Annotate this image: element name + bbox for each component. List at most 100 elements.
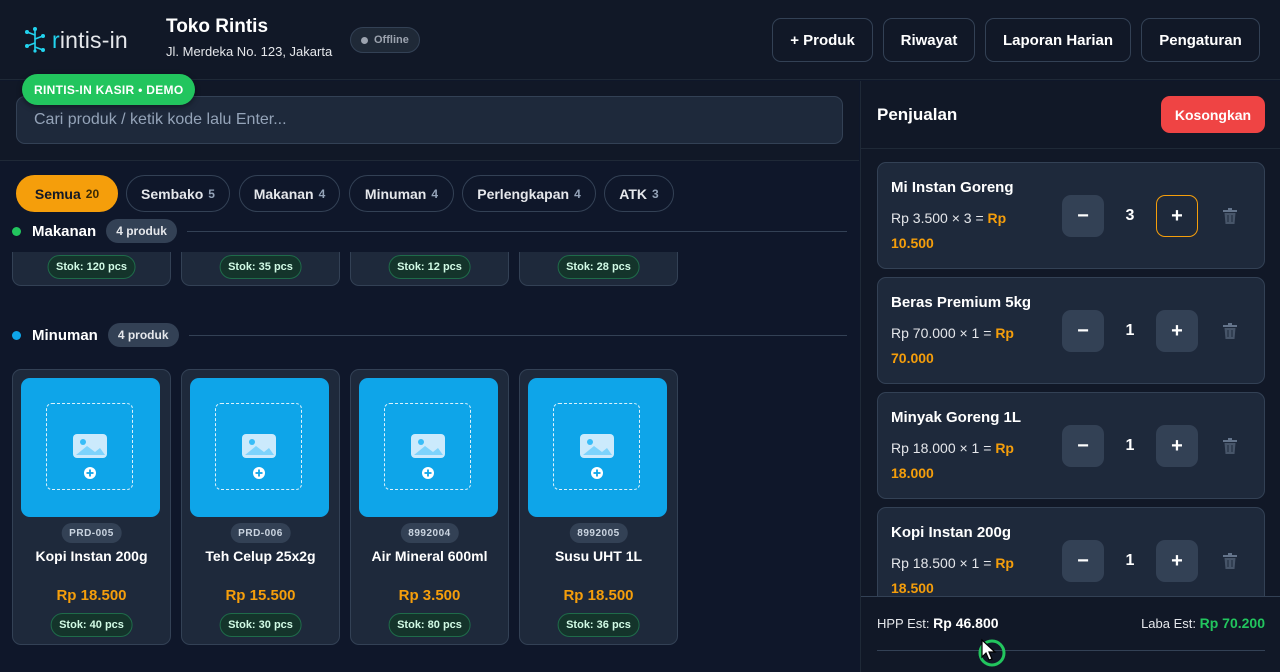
decrease-qty-button[interactable]: − [1062,540,1104,582]
category-chip-perlengkapan[interactable]: Perlengkapan 4 [462,175,596,212]
chip-label: Perlengkapan [477,185,570,202]
increase-qty-button[interactable]: + [1156,425,1198,467]
category-chip-atk[interactable]: ATK 3 [604,175,674,212]
store-name: Toko Rintis [166,16,269,37]
product-name: Susu UHT 1L [554,548,643,564]
status-text: Offline [374,34,409,46]
product-card[interactable]: Stok: 28 pcs [519,252,678,286]
app-logo[interactable]: rintis-in [22,26,128,54]
image-placeholder-icon [411,434,445,479]
qty-value: 1 [1125,552,1135,569]
section-divider [188,334,847,336]
cart-item: Beras Premium 5kg Rp 70.000 × 1 = Rp 70.… [877,277,1265,384]
product-image-placeholder[interactable] [190,378,329,517]
product-image-placeholder[interactable] [528,378,667,517]
history-button[interactable]: Riwayat [883,18,975,62]
product-image-placeholder[interactable] [21,378,160,517]
section-header-makanan: Makanan 4 produk [12,218,847,244]
product-card[interactable]: 8992004 Air Mineral 600ml Rp 3.500 Stok:… [350,369,509,645]
stock-badge: Stok: 120 pcs [47,255,136,279]
increase-qty-button[interactable]: + [1156,310,1198,352]
section-header-minuman: Minuman 4 produk [12,322,847,348]
cart-title: Penjualan [877,105,958,124]
decrease-qty-button[interactable]: − [1062,425,1104,467]
cart-item: Mi Instan Goreng Rp 3.500 × 3 = Rp 10.50… [877,162,1265,269]
product-name: Air Mineral 600ml [371,548,488,564]
section-divider [186,230,847,232]
trash-icon[interactable] [1223,438,1237,454]
category-chip-sembako[interactable]: Sembako 5 [126,175,230,212]
status-dot-icon [361,36,368,44]
profit-estimate: Laba Est: Rp 70.200 [1141,615,1265,631]
image-placeholder-icon [580,434,614,479]
product-code: 8992004 [400,523,459,543]
daily-report-button[interactable]: Laporan Harian [985,18,1131,62]
trash-icon[interactable] [1223,323,1237,339]
increase-qty-button[interactable]: + [1156,540,1198,582]
product-price: Rp 18.500 [56,587,127,604]
trash-icon[interactable] [1223,553,1237,569]
chip-count: 3 [652,186,659,201]
store-address: Jl. Merdeka No. 123, Jakarta [166,44,333,59]
app-header: rintis-in Toko Rintis Jl. Merdeka No. 12… [0,0,1280,80]
cart-divider [861,148,1280,149]
chip-label: Sembako [141,185,204,202]
product-card[interactable]: Stok: 35 pcs [181,252,340,286]
product-panel: RINTIS-IN KASIR • DEMO Semua20 Sembako5 … [0,74,859,672]
section-count-badge: 4 produk [107,323,179,347]
trash-icon[interactable] [1223,208,1237,224]
cart-item: Minyak Goreng 1L Rp 18.000 × 1 = Rp 18.0… [877,392,1265,499]
product-card[interactable]: Stok: 12 pcs [350,252,509,286]
image-placeholder-icon [242,434,276,479]
cart-item-line: Rp 70.000 × 1 = Rp 70.000 [891,325,1014,366]
product-card[interactable]: Stok: 120 pcs [12,252,171,286]
category-chip-minuman[interactable]: Minuman 4 [349,175,454,212]
image-placeholder-icon [73,434,107,479]
cart-footer: HPP Est: Rp 46.800 Laba Est: Rp 70.200 [861,596,1280,672]
section-dot-icon [12,330,21,340]
product-image-placeholder[interactable] [359,378,498,517]
chip-label: Minuman [364,185,427,202]
chip-count: 20 [85,186,100,201]
product-name: Teh Celup 25x2g [205,548,316,564]
chip-label: Semua [34,185,81,202]
decrease-qty-button[interactable]: − [1062,310,1104,352]
qty-value: 1 [1125,437,1135,454]
product-price: Rp 15.500 [225,587,296,604]
product-code: 8992005 [569,523,628,543]
profit-value: Rp 70.200 [1199,615,1265,631]
section-count-badge: 4 produk [106,219,177,243]
section-dot-icon [12,226,21,236]
logo-text: rintis-in [52,26,128,53]
stock-badge: Stok: 28 pcs [557,255,640,279]
hpp-estimate: HPP Est: Rp 46.800 [877,615,999,631]
store-info: Toko Rintis Jl. Merdeka No. 123, Jakarta [166,16,332,59]
decrease-qty-button[interactable]: − [1062,195,1104,237]
section-title: Minuman [32,326,98,344]
chip-label: Makanan [253,185,314,202]
cart-item-name: Minyak Goreng 1L [891,409,1022,426]
section-title: Makanan [32,222,97,240]
cart-item-name: Mi Instan Goreng [891,179,1014,196]
status-badge: Offline [350,27,420,53]
footer-divider [877,650,1265,651]
stock-badge: Stok: 35 pcs [219,255,302,279]
product-name: Kopi Instan 200g [35,548,148,564]
category-chip-semua[interactable]: Semua 20 [16,175,118,212]
stock-badge: Stok: 12 pcs [388,255,471,279]
clear-cart-button[interactable]: Kosongkan [1161,96,1265,133]
chip-label: ATK [619,185,648,202]
product-card[interactable]: 8992005 Susu UHT 1L Rp 18.500 Stok: 36 p… [519,369,678,645]
chip-count: 4 [431,186,439,201]
add-product-button[interactable]: + Produk [772,18,873,62]
increase-qty-button[interactable]: + [1156,195,1198,237]
cart-item-name: Kopi Instan 200g [891,524,1012,541]
category-chip-makanan[interactable]: Makanan 4 [239,175,340,212]
product-card[interactable]: PRD-005 Kopi Instan 200g Rp 18.500 Stok:… [12,369,171,645]
product-card[interactable]: PRD-006 Teh Celup 25x2g Rp 15.500 Stok: … [181,369,340,645]
chip-count: 4 [318,186,326,201]
network-logo-icon [25,27,45,53]
qty-value: 1 [1125,322,1135,339]
settings-button[interactable]: Pengaturan [1141,18,1260,62]
cart-item-line: Rp 18.500 × 1 = Rp 18.500 [891,555,1014,596]
